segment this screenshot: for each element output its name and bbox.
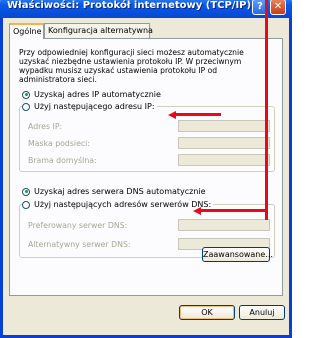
ip-address-label: Adres IP:	[28, 122, 63, 131]
annotation-vertical-line	[265, 0, 268, 220]
ip-manual-radio[interactable]	[22, 102, 30, 111]
annotation-arrow-dns-shaft	[200, 209, 268, 212]
cancel-button[interactable]: Anuluj	[239, 305, 285, 320]
ip-auto-radio-option[interactable]: Uzyskaj adres IP automatycznie	[22, 90, 161, 99]
dns-manual-radio-option[interactable]: Użyj następujących adresów serwerów DNS:	[22, 200, 214, 209]
ip-address-group: Użyj następującego adresu IP: Adres IP: …	[19, 102, 275, 172]
preferred-dns-field[interactable]	[178, 219, 270, 231]
preferred-dns-label: Preferowany serwer DNS:	[28, 221, 128, 230]
ip-manual-radio-option[interactable]: Użyj następującego adresu IP:	[22, 102, 157, 111]
ip-auto-radio[interactable]	[22, 90, 30, 99]
tab-general[interactable]: Ogólne	[9, 23, 44, 39]
close-button[interactable]: ✕	[270, 0, 286, 15]
ok-button[interactable]: OK	[179, 305, 235, 320]
ip-manual-label: Użyj następującego adresu IP:	[34, 102, 155, 111]
ip-address-field[interactable]	[178, 120, 270, 132]
title-bar[interactable]: Właściwości: Protokół internetowy (TCP/I…	[0, 0, 292, 18]
tab-alternate-configuration[interactable]: Konfiguracja alternatywna	[44, 23, 153, 38]
annotation-arrow-dns-head	[193, 206, 201, 215]
default-gateway-label: Brama domyślna:	[28, 156, 97, 165]
ip-address-row: Adres IP:	[28, 120, 270, 134]
alternate-dns-label: Alternatywny serwer DNS:	[28, 240, 131, 249]
help-icon: ?	[257, 1, 263, 12]
dns-manual-label: Użyj następujących adresów serwerów DNS:	[34, 200, 212, 209]
dns-auto-radio-option[interactable]: Uzyskaj adres serwera DNS automatycznie	[22, 187, 206, 196]
window-title: Właściwości: Protokół internetowy (TCP/I…	[7, 0, 252, 11]
subnet-mask-field[interactable]	[178, 137, 270, 149]
description-text: Przy odpowiedniej konfiguracji sieci moż…	[19, 48, 244, 84]
dns-auto-radio[interactable]	[22, 187, 30, 196]
annotation-arrow-ip-shaft	[175, 113, 221, 116]
annotation-arrow-ip-head	[168, 110, 176, 119]
preferred-dns-row: Preferowany serwer DNS:	[28, 219, 270, 233]
subnet-mask-row: Maska podsieci:	[28, 137, 270, 151]
close-icon: ✕	[273, 1, 283, 12]
subnet-mask-label: Maska podsieci:	[28, 139, 90, 148]
tcpip-properties-dialog: Właściwości: Protokół internetowy (TCP/I…	[0, 0, 292, 338]
dns-manual-radio[interactable]	[22, 200, 30, 209]
default-gateway-field[interactable]	[178, 154, 270, 166]
advanced-button[interactable]: Zaawansowane...	[202, 247, 273, 262]
default-gateway-row: Brama domyślna:	[28, 154, 270, 168]
dns-auto-label: Uzyskaj adres serwera DNS automatycznie	[34, 187, 206, 196]
ip-auto-label: Uzyskaj adres IP automatycznie	[34, 90, 161, 99]
